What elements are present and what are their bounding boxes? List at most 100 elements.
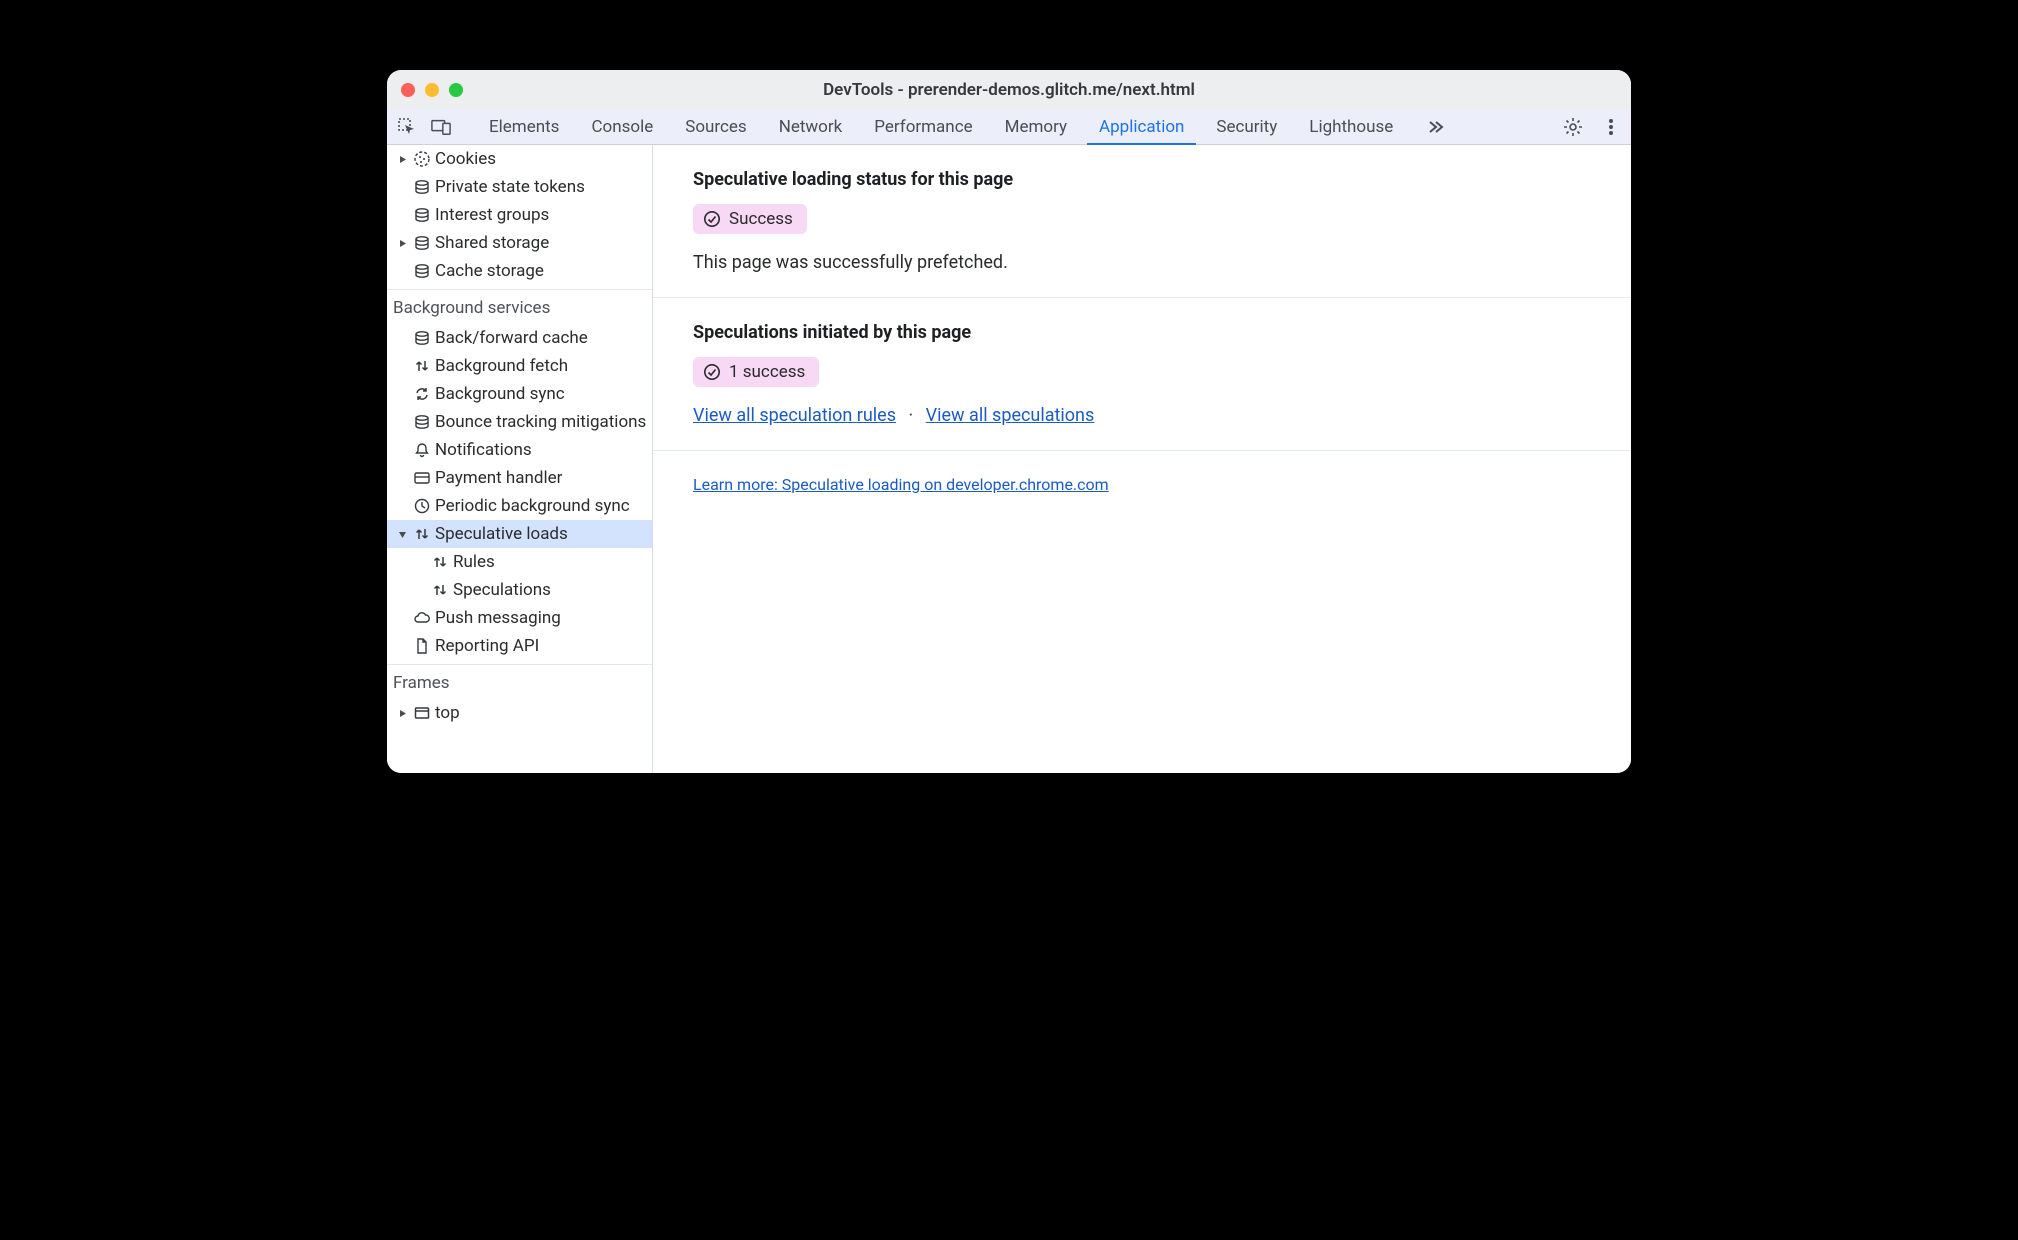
speculations-links: View all speculation rules · View all sp… — [693, 405, 1591, 426]
sidebar-item-label: Speculations — [453, 580, 551, 600]
status-badge-label: Success — [729, 209, 793, 229]
sidebar-item-rules[interactable]: Rules — [387, 548, 652, 576]
section-speculations: Speculations initiated by this page 1 su… — [653, 298, 1631, 451]
devtools-window: DevTools - prerender-demos.glitch.me/nex… — [387, 70, 1631, 773]
sidebar-section-frames: Frames — [387, 664, 652, 699]
tab-lighthouse[interactable]: Lighthouse — [1293, 109, 1409, 144]
disclosure-triangle[interactable] — [395, 155, 409, 164]
sidebar-item-label: Periodic background sync — [435, 496, 630, 516]
db-icon — [409, 178, 435, 196]
sidebar-item-shared-storage[interactable]: Shared storage — [387, 229, 652, 257]
sidebar-item-background-fetch[interactable]: Background fetch — [387, 352, 652, 380]
section-status: Speculative loading status for this page… — [653, 145, 1631, 298]
db-icon — [409, 329, 435, 347]
sidebar-item-label: Background fetch — [435, 356, 568, 376]
titlebar: DevTools - prerender-demos.glitch.me/nex… — [387, 70, 1631, 109]
cloud-icon — [409, 609, 435, 627]
disclosure-triangle[interactable] — [395, 239, 409, 248]
db-icon — [409, 262, 435, 280]
kebab-menu-icon[interactable] — [1601, 117, 1621, 137]
sidebar-item-private-state-tokens[interactable]: Private state tokens — [387, 173, 652, 201]
bell-icon — [409, 441, 435, 459]
status-badge-success: Success — [693, 204, 807, 234]
link-view-speculations[interactable]: View all speculations — [926, 405, 1095, 426]
sidebar-item-label: Shared storage — [435, 233, 549, 253]
maximize-button[interactable] — [449, 83, 463, 97]
sidebar-item-label: Push messaging — [435, 608, 561, 628]
sidebar-item-label: Private state tokens — [435, 177, 585, 197]
sidebar-section-background-services: Background services — [387, 289, 652, 324]
sidebar-item-label: Rules — [453, 552, 495, 572]
tab-application[interactable]: Application — [1083, 109, 1200, 144]
updown-icon — [427, 581, 453, 599]
db-icon — [409, 413, 435, 431]
status-body: This page was successfully prefetched. — [693, 252, 1591, 273]
main-panel: Speculative loading status for this page… — [653, 145, 1631, 773]
check-circle-icon — [703, 363, 721, 381]
sidebar-item-payment-handler[interactable]: Payment handler — [387, 464, 652, 492]
sidebar-item-label: Cache storage — [435, 261, 544, 281]
frame-icon — [409, 704, 435, 722]
db-icon — [409, 206, 435, 224]
disclosure-triangle[interactable] — [395, 709, 409, 718]
sidebar-item-label: Notifications — [435, 440, 532, 460]
sidebar-item-label: Cookies — [435, 149, 496, 169]
tab-sources[interactable]: Sources — [669, 109, 762, 144]
sidebar-item-cookies[interactable]: Cookies — [387, 145, 652, 173]
more-tabs-icon[interactable] — [1425, 117, 1445, 137]
sidebar-item-label: Background sync — [435, 384, 565, 404]
sidebar-item-label: Payment handler — [435, 468, 562, 488]
sidebar-item-reporting-api[interactable]: Reporting API — [387, 632, 652, 660]
tab-security[interactable]: Security — [1200, 109, 1293, 144]
sidebar-item-label: Interest groups — [435, 205, 549, 225]
minimize-button[interactable] — [425, 83, 439, 97]
tab-performance[interactable]: Performance — [858, 109, 988, 144]
tab-network[interactable]: Network — [763, 109, 859, 144]
sidebar-item-push-messaging[interactable]: Push messaging — [387, 604, 652, 632]
db-icon — [409, 234, 435, 252]
sidebar-item-label: Bounce tracking mitigations — [435, 412, 646, 432]
sidebar-item-label: Reporting API — [435, 636, 539, 656]
device-mode-icon[interactable] — [431, 117, 451, 137]
disclosure-triangle[interactable] — [395, 530, 409, 539]
sidebar-item-back-forward-cache[interactable]: Back/forward cache — [387, 324, 652, 352]
devtools-tabs: ElementsConsoleSourcesNetworkPerformance… — [473, 109, 1409, 144]
updown-icon — [409, 357, 435, 375]
tab-elements[interactable]: Elements — [473, 109, 575, 144]
sidebar-item-speculations[interactable]: Speculations — [387, 576, 652, 604]
window-title: DevTools - prerender-demos.glitch.me/nex… — [823, 80, 1195, 100]
tab-memory[interactable]: Memory — [989, 109, 1083, 144]
card-icon — [409, 469, 435, 487]
application-sidebar[interactable]: Cookies Private state tokens Interest grou… — [387, 145, 653, 773]
traffic-lights — [401, 83, 463, 97]
speculations-badge-label: 1 success — [729, 362, 805, 382]
tab-console[interactable]: Console — [575, 109, 669, 144]
updown-icon — [409, 525, 435, 543]
link-view-rules[interactable]: View all speculation rules — [693, 405, 896, 426]
sidebar-item-interest-groups[interactable]: Interest groups — [387, 201, 652, 229]
sidebar-item-top[interactable]: top — [387, 699, 652, 727]
speculations-badge: 1 success — [693, 357, 819, 387]
sidebar-item-speculative-loads[interactable]: Speculative loads — [387, 520, 652, 548]
sidebar-item-periodic-background-sync[interactable]: Periodic background sync — [387, 492, 652, 520]
sidebar-item-background-sync[interactable]: Background sync — [387, 380, 652, 408]
inspect-icon[interactable] — [397, 117, 417, 137]
devtools-toolbar: ElementsConsoleSourcesNetworkPerformance… — [387, 109, 1631, 145]
sidebar-item-label: Back/forward cache — [435, 328, 588, 348]
status-heading: Speculative loading status for this page — [693, 169, 1591, 190]
sidebar-item-label: Speculative loads — [435, 524, 568, 544]
close-button[interactable] — [401, 83, 415, 97]
section-learn-more: Learn more: Speculative loading on devel… — [653, 451, 1631, 518]
link-learn-more[interactable]: Learn more: Speculative loading on devel… — [693, 475, 1109, 494]
check-circle-icon — [703, 210, 721, 228]
cookie-icon — [409, 150, 435, 168]
sidebar-item-cache-storage[interactable]: Cache storage — [387, 257, 652, 285]
clock-icon — [409, 497, 435, 515]
settings-icon[interactable] — [1563, 117, 1583, 137]
sync-icon — [409, 385, 435, 403]
updown-icon — [427, 553, 453, 571]
dot-separator: · — [900, 405, 921, 426]
sidebar-item-bounce-tracking-mitigations[interactable]: Bounce tracking mitigations — [387, 408, 652, 436]
sidebar-item-notifications[interactable]: Notifications — [387, 436, 652, 464]
sidebar-item-label: top — [435, 703, 460, 723]
